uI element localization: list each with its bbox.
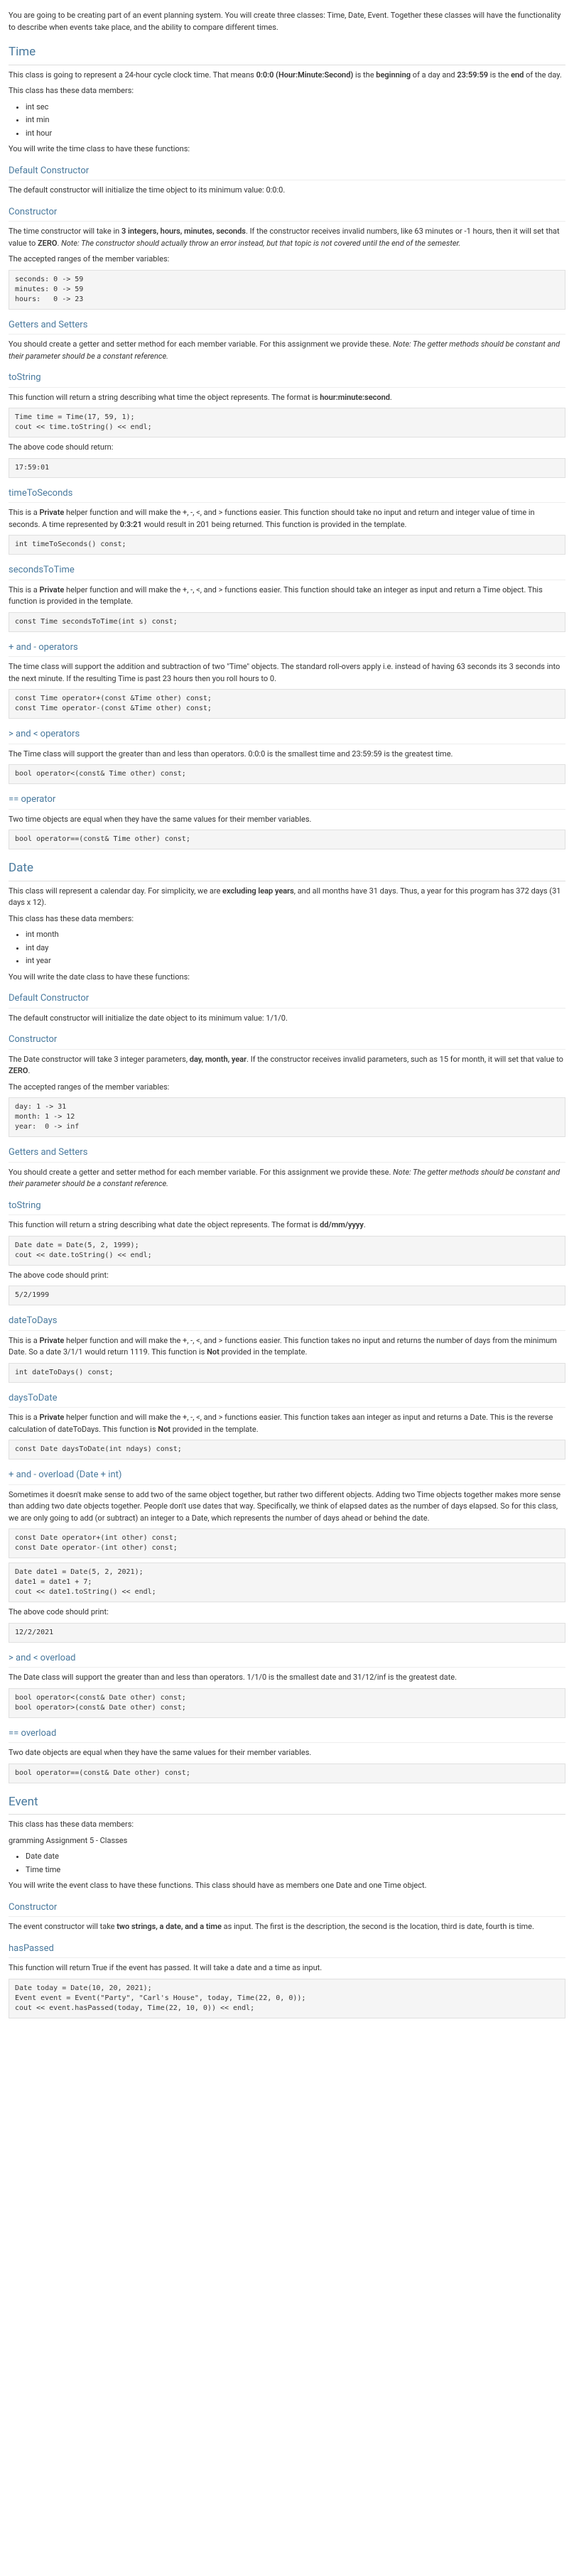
dpm-c2: Date date1 = Date(5, 2, 2021); date1 = d… [9,1563,565,1602]
dc-code: day: 1 -> 31 month: 1 -> 12 year: 0 -> i… [9,1097,565,1137]
dpm-p: Sometimes it doesn't make sense to add t… [9,1489,565,1525]
ttts-code: int timeToSeconds() const; [9,535,565,555]
ddtd-h: dateToDays [9,1314,565,1331]
teq-h: == operator [9,793,565,810]
deq-h: == overload [9,1727,565,1744]
event-h: Event [9,1793,565,1815]
tdc-h: Default Constructor [9,164,565,181]
tts-c1: Time time = Time(17, 59, 1); cout << tim… [9,408,565,438]
dpm-p2: The above code should print: [9,1607,565,1619]
intro: You are going to be creating part of an … [9,10,565,33]
tstt-h: secondsToTime [9,563,565,580]
event-p2: You will write the event class to have t… [9,1880,565,1892]
date-members: int monthint dayint year [9,929,565,967]
dts-c2: 5/2/1999 [9,1286,565,1305]
tstt-code: const Time secondsToTime(int s) const; [9,612,565,632]
tgl-h: > and < operators [9,727,565,744]
dc-h: Constructor [9,1033,565,1050]
tts-c2: 17:59:01 [9,458,565,478]
time-h: Time [9,43,565,65]
deq-code: bool operator==(const& Date other) const… [9,1763,565,1783]
teq-p: Two time objects are equal when they hav… [9,814,565,826]
dpm-h: + and - overload (Date + int) [9,1468,565,1485]
ddtd-code: int dateToDays() const; [9,1363,565,1383]
time-p2: This class has these data members: [9,85,565,97]
dgs-h: Getters and Setters [9,1146,565,1163]
ec-h: Constructor [9,1901,565,1918]
dc-p1: The Date constructor will take 3 integer… [9,1054,565,1077]
ttts-h: timeToSeconds [9,487,565,504]
ddc-p: The default constructor will initialize … [9,1013,565,1025]
tgl-code: bool operator<(const& Time other) const; [9,764,565,784]
ddtd2-h: daysToDate [9,1391,565,1408]
tdc-p: The default constructor will initialize … [9,185,565,197]
tc-code: seconds: 0 -> 59 minutes: 0 -> 59 hours:… [9,270,565,310]
dpm-c1: const Date operator+(int other) const; c… [9,1528,565,1558]
dts-h: toString [9,1199,565,1216]
event-p1: This class has these data members: [9,1819,565,1831]
date-h: Date [9,859,565,881]
dts-p2: The above code should print: [9,1270,565,1282]
tgs-h: Getters and Setters [9,318,565,335]
tpm-p: The time class will support the addition… [9,661,565,685]
ddtd-p: This is a Private helper function and wi… [9,1335,565,1359]
tpm-code: const Time operator+(const &Time other) … [9,689,565,719]
time-p1: This class is going to represent a 24-ho… [9,70,565,82]
tstt-p: This is a Private helper function and wi… [9,585,565,608]
dgl-p: The Date class will support the greater … [9,1672,565,1684]
ttts-p: This is a Private helper function and wi… [9,507,565,531]
tpm-h: + and - operators [9,641,565,658]
dts-p: This function will return a string descr… [9,1219,565,1232]
ddtd2-code: const Date daysToDate(int ndays) const; [9,1440,565,1460]
dgl-code: bool operator<(const& Date other) const;… [9,1688,565,1718]
date-p1: This class will represent a calendar day… [9,886,565,909]
tts-h: toString [9,371,565,388]
teq-code: bool operator==(const& Time other) const… [9,830,565,849]
dgl-h: > and < overload [9,1651,565,1668]
ddtd2-p: This is a Private helper function and wi… [9,1412,565,1435]
tgl-p: The Time class will support the greater … [9,749,565,761]
ehp-h: hasPassed [9,1942,565,1959]
event-stray: gramming Assignment 5 - Classes [9,1835,565,1847]
dc-p2: The accepted ranges of the member variab… [9,1082,565,1094]
dgs-p: You should create a getter and setter me… [9,1167,565,1190]
dts-c1: Date date = Date(5, 2, 1999); cout << da… [9,1236,565,1266]
dpm-c3: 12/2/2021 [9,1623,565,1643]
date-p2: This class has these data members: [9,913,565,925]
date-p3: You will write the date class to have th… [9,972,565,984]
event-members: Date dateTime time [9,1851,565,1876]
time-p3: You will write the time class to have th… [9,143,565,156]
tc-h: Constructor [9,205,565,222]
deq-p: Two date objects are equal when they hav… [9,1747,565,1759]
tts-p: This function will return a string descr… [9,392,565,404]
ehp-code: Date today = Date(10, 20, 2021); Event e… [9,1979,565,2018]
tc-p2: The accepted ranges of the member variab… [9,254,565,266]
ddc-h: Default Constructor [9,991,565,1009]
tc-p1: The time constructor will take in 3 inte… [9,226,565,249]
ehp-p: This function will return True if the ev… [9,1962,565,1974]
ec-p: The event constructor will take two stri… [9,1921,565,1933]
tgs-p: You should create a getter and setter me… [9,339,565,362]
tts-p2: The above code should return: [9,442,565,454]
time-members: int secint minint hour [9,102,565,140]
